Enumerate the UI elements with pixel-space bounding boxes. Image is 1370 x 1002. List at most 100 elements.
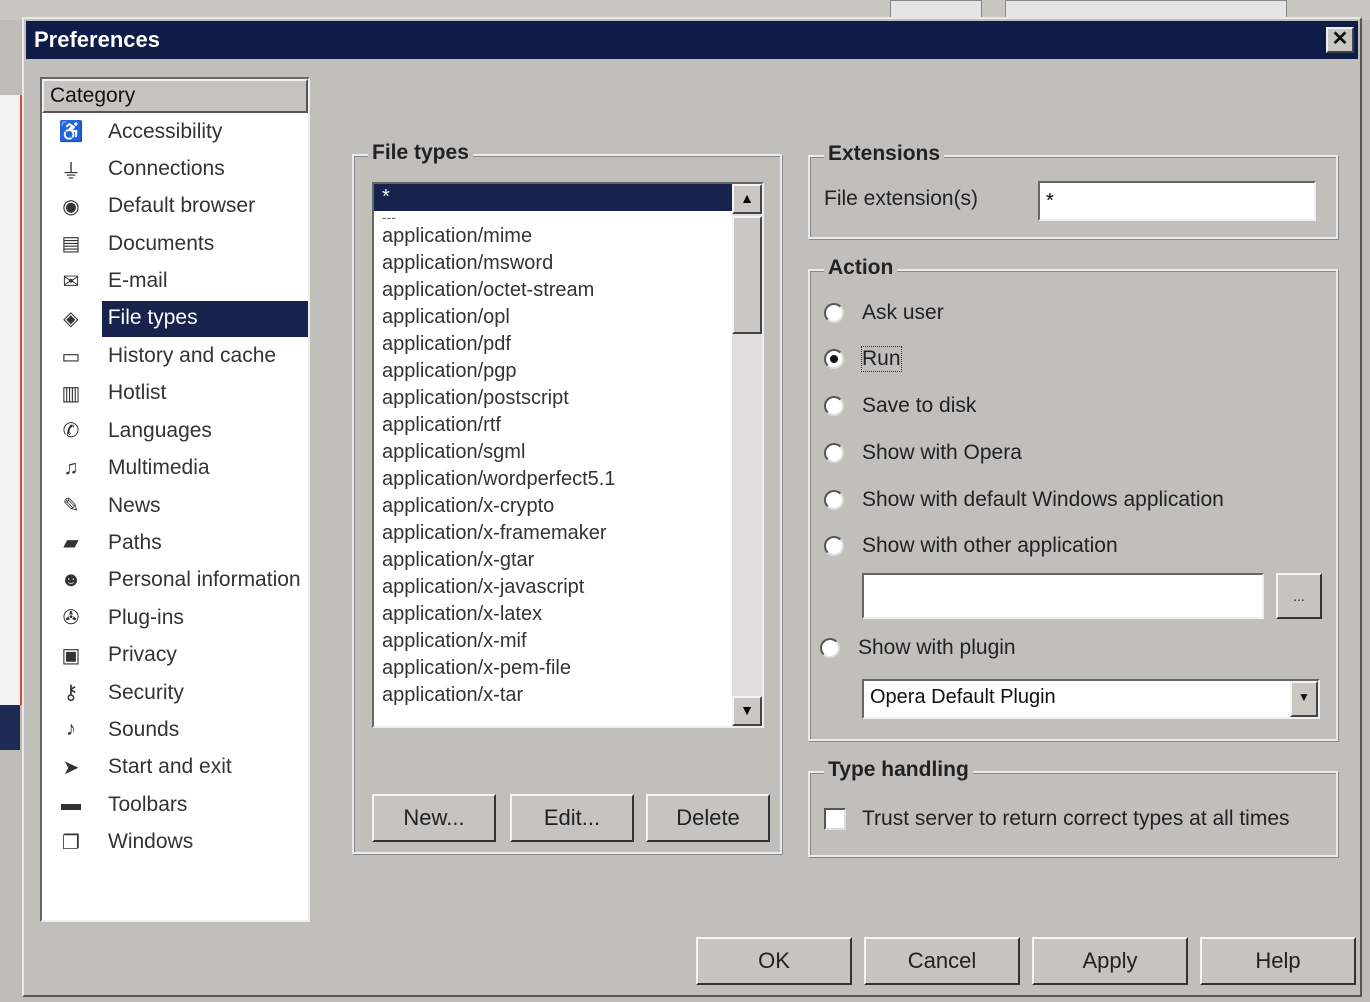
- multimedia-icon: ♫: [63, 456, 79, 479]
- file-type-item-selected[interactable]: *: [374, 184, 734, 211]
- radio-button[interactable]: [824, 303, 844, 323]
- radio-show-with-other-app[interactable]: Show with other application: [824, 534, 1118, 558]
- file-type-item[interactable]: application/mime: [374, 223, 734, 250]
- category-item-multimedia[interactable]: ♫ Multimedia: [42, 450, 308, 487]
- file-types-legend: File types: [368, 141, 473, 165]
- arrow-up-icon: ▲: [740, 190, 754, 206]
- file-type-item[interactable]: application/x-crypto: [374, 493, 734, 520]
- category-item-sounds[interactable]: ♪ Sounds: [42, 711, 308, 748]
- delete-file-type-button[interactable]: Delete: [646, 794, 770, 842]
- trust-server-label: Trust server to return correct types at …: [862, 807, 1290, 830]
- category-item-label: News: [108, 493, 161, 517]
- radio-button[interactable]: [824, 536, 844, 556]
- edit-file-type-button[interactable]: Edit...: [510, 794, 634, 842]
- file-types-group: File types * --- application/mime applica…: [352, 141, 782, 854]
- category-item-plug-ins[interactable]: ✇ Plug-ins: [42, 599, 308, 636]
- browse-application-button[interactable]: ...: [1276, 573, 1322, 619]
- file-type-item[interactable]: application/postscript: [374, 385, 734, 412]
- file-type-item[interactable]: application/wordperfect5.1: [374, 466, 734, 493]
- file-type-item[interactable]: application/x-latex: [374, 601, 734, 628]
- apply-button[interactable]: Apply: [1032, 937, 1188, 985]
- category-header[interactable]: Category: [42, 79, 308, 113]
- category-item-documents[interactable]: ▤ Documents: [42, 225, 308, 262]
- scroll-down-button[interactable]: ▼: [732, 696, 762, 726]
- file-type-item[interactable]: application/sgml: [374, 439, 734, 466]
- file-type-item[interactable]: application/rtf: [374, 412, 734, 439]
- category-item-label: Start and exit: [108, 755, 232, 779]
- category-item-connections[interactable]: ⏚ Connections: [42, 150, 308, 187]
- radio-label: Save to disk: [862, 394, 977, 417]
- radio-run[interactable]: Run: [824, 346, 902, 372]
- close-button[interactable]: ✕: [1326, 27, 1354, 53]
- category-item-hotlist[interactable]: ▥ Hotlist: [42, 375, 308, 412]
- category-item-personal-information[interactable]: ☻ Personal information: [42, 562, 308, 599]
- category-item-history-and-cache[interactable]: ▭ History and cache: [42, 337, 308, 374]
- category-item-windows[interactable]: ❐ Windows: [42, 823, 308, 860]
- file-type-item[interactable]: application/x-framemaker: [374, 520, 734, 547]
- trust-server-checkbox-row[interactable]: Trust server to return correct types at …: [824, 807, 1290, 831]
- scroll-thumb[interactable]: [732, 216, 762, 334]
- scroll-up-button[interactable]: ▲: [732, 184, 762, 214]
- category-item-security[interactable]: ⚷ Security: [42, 674, 308, 711]
- radio-show-with-opera[interactable]: Show with Opera: [824, 441, 1022, 465]
- trust-server-checkbox[interactable]: [824, 808, 846, 830]
- type-handling-group: Type handling Trust server to return cor…: [808, 758, 1338, 857]
- ok-button[interactable]: OK: [696, 937, 852, 985]
- news-icon: ✎: [62, 495, 80, 518]
- toolbars-icon: ▬: [61, 793, 81, 816]
- languages-icon: ✆: [62, 420, 80, 443]
- radio-button[interactable]: [824, 490, 844, 510]
- dialog-titlebar[interactable]: Preferences ✕: [26, 21, 1358, 59]
- windows-icon: ❐: [62, 831, 80, 854]
- file-type-item[interactable]: application/opl: [374, 304, 734, 331]
- file-type-item[interactable]: application/x-javascript: [374, 574, 734, 601]
- category-item-label: Languages: [108, 418, 212, 442]
- file-types-listbox[interactable]: * --- application/mime application/msword…: [372, 182, 764, 728]
- preferences-dialog: Preferences ✕ Category ♿ Accessibility ⏚ Co…: [22, 17, 1362, 997]
- file-type-item[interactable]: application/msword: [374, 250, 734, 277]
- radio-ask-user[interactable]: Ask user: [824, 301, 944, 325]
- category-item-paths[interactable]: ▰ Paths: [42, 524, 308, 561]
- help-button[interactable]: Help: [1200, 937, 1356, 985]
- radio-button[interactable]: [820, 638, 840, 658]
- category-item-default-browser[interactable]: ◉ Default browser: [42, 188, 308, 225]
- file-type-item[interactable]: application/x-tar: [374, 682, 734, 709]
- other-application-input[interactable]: [862, 573, 1264, 619]
- sounds-icon: ♪: [66, 718, 76, 741]
- file-type-item[interactable]: application/pgp: [374, 358, 734, 385]
- radio-button[interactable]: [824, 396, 844, 416]
- radio-label: Run: [861, 346, 902, 372]
- file-type-item[interactable]: application/x-pem-file: [374, 655, 734, 682]
- connections-icon: ⏚: [61, 160, 81, 183]
- category-panel: Category ♿ Accessibility ⏚ Connections ◉ Defa…: [40, 77, 310, 922]
- category-item-file-types[interactable]: ◈ File types: [42, 300, 308, 337]
- category-item-accessibility[interactable]: ♿ Accessibility: [42, 113, 308, 150]
- category-item-news[interactable]: ✎ News: [42, 487, 308, 524]
- type-handling-legend: Type handling: [824, 758, 973, 782]
- plugin-select[interactable]: Opera Default Plugin ▼: [862, 679, 1320, 719]
- radio-dot: [830, 355, 838, 363]
- radio-save-to-disk[interactable]: Save to disk: [824, 394, 976, 418]
- cancel-button[interactable]: Cancel: [864, 937, 1020, 985]
- file-type-item[interactable]: application/octet-stream: [374, 277, 734, 304]
- category-item-privacy[interactable]: ▣ Privacy: [42, 636, 308, 673]
- file-type-separator: ---: [382, 209, 396, 225]
- new-file-type-button[interactable]: New...: [372, 794, 496, 842]
- radio-button-checked[interactable]: [824, 349, 844, 369]
- chevron-down-icon[interactable]: ▼: [1290, 681, 1318, 717]
- radio-show-with-plugin[interactable]: Show with plugin: [820, 636, 1016, 660]
- paths-icon: ▰: [63, 532, 79, 555]
- category-item-start-and-exit[interactable]: ➤ Start and exit: [42, 749, 308, 786]
- file-type-item[interactable]: application/x-gtar: [374, 547, 734, 574]
- category-item-e-mail[interactable]: ✉ E-mail: [42, 263, 308, 300]
- category-item-toolbars[interactable]: ▬ Toolbars: [42, 786, 308, 823]
- file-types-scrollbar[interactable]: ▲ ▼: [732, 184, 762, 726]
- file-type-item[interactable]: application/x-mif: [374, 628, 734, 655]
- action-group: Action Ask user Run Save to disk Show wi…: [808, 256, 1338, 741]
- radio-show-with-default-windows-app[interactable]: Show with default Windows application: [824, 488, 1224, 512]
- radio-button[interactable]: [824, 443, 844, 463]
- category-item-label: History and cache: [108, 344, 277, 368]
- category-item-languages[interactable]: ✆ Languages: [42, 412, 308, 449]
- file-type-item[interactable]: application/pdf: [374, 331, 734, 358]
- file-extensions-input[interactable]: [1038, 181, 1316, 221]
